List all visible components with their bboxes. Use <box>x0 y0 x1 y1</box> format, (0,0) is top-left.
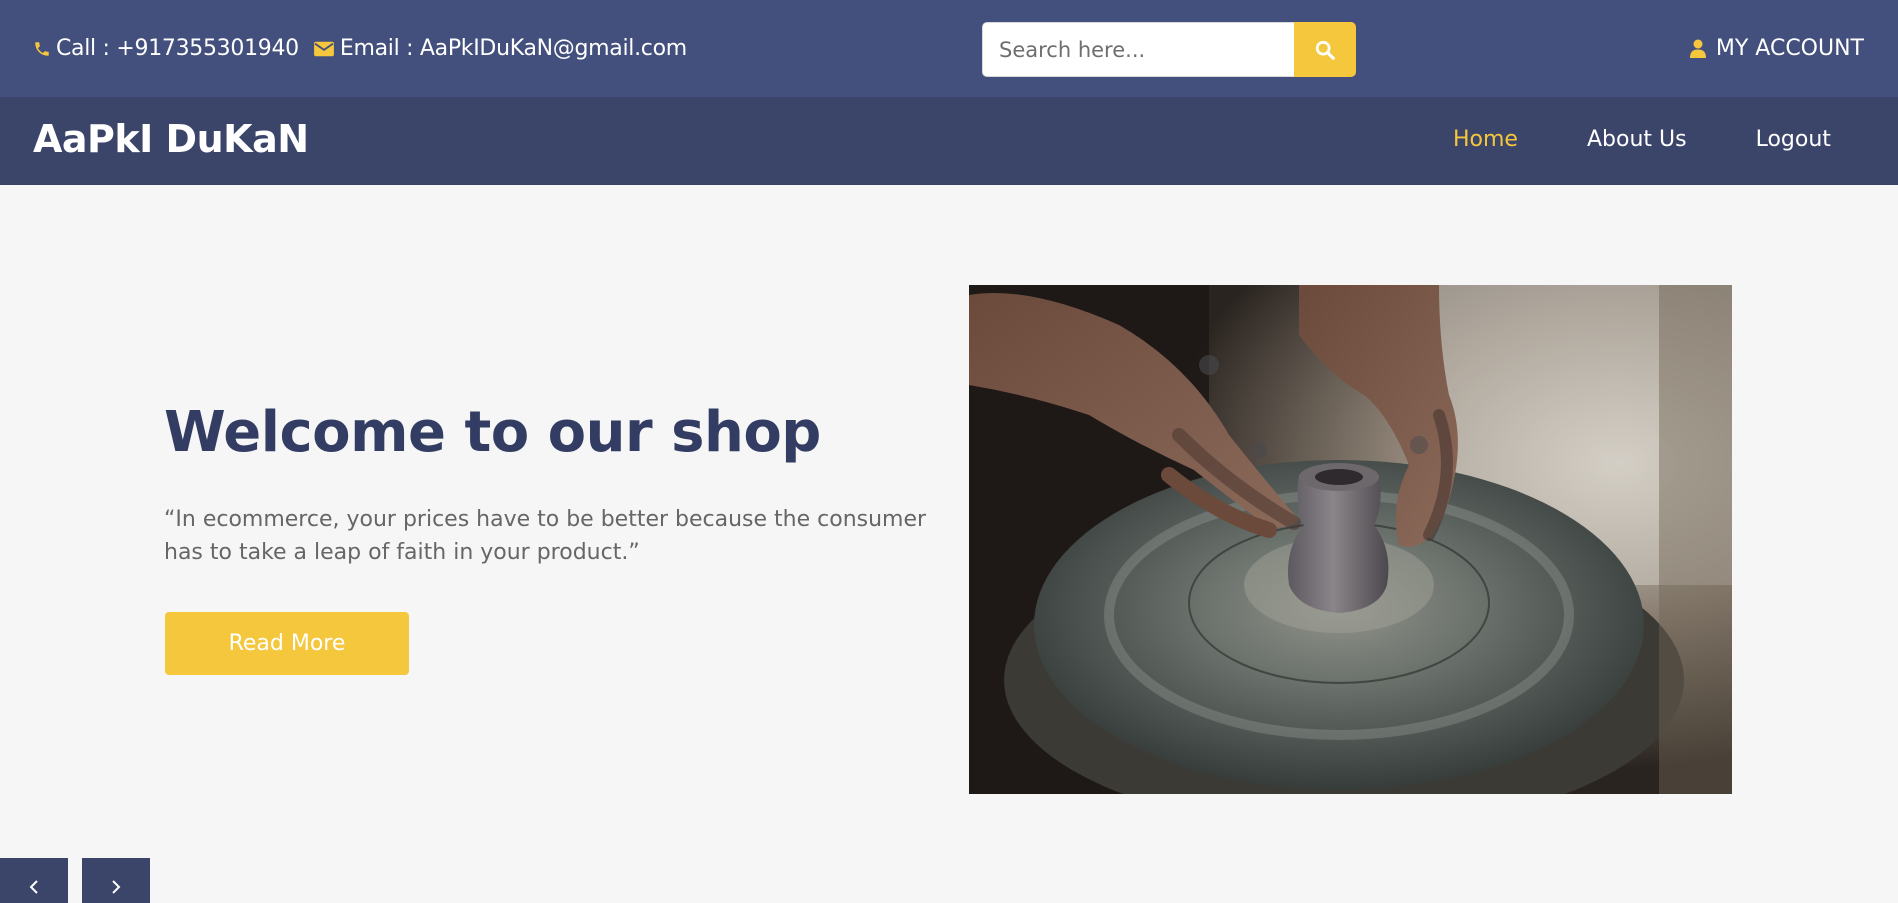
main-navbar: AaPkI DuKaN Home About Us Logout <box>0 97 1898 185</box>
search-bar <box>982 22 1356 77</box>
user-icon <box>1689 39 1706 58</box>
top-bar: Call : +917355301940 Email : AaPkIDuKaN@… <box>0 0 1898 97</box>
carousel-next-button[interactable] <box>82 858 150 903</box>
email-contact[interactable]: Email : AaPkIDuKaN@gmail.com <box>313 36 687 61</box>
hero-image-pottery <box>969 285 1732 794</box>
hero-title: Welcome to our shop <box>164 400 821 465</box>
chevron-left-icon <box>29 880 38 894</box>
nav-links: Home About Us Logout <box>1453 127 1831 152</box>
hero-quote: “In ecommerce, your prices have to be be… <box>164 507 927 565</box>
nav-link-about-us[interactable]: About Us <box>1587 127 1687 152</box>
search-input[interactable] <box>982 22 1294 77</box>
search-icon <box>1315 40 1335 60</box>
email-text: Email : AaPkIDuKaN@gmail.com <box>339 36 687 61</box>
read-more-button[interactable]: Read More <box>165 612 409 675</box>
search-button[interactable] <box>1294 22 1356 77</box>
envelope-icon <box>313 41 334 56</box>
phone-text: Call : +917355301940 <box>56 36 299 61</box>
nav-link-home[interactable]: Home <box>1453 127 1518 152</box>
chevron-right-icon <box>112 880 121 894</box>
phone-contact[interactable]: Call : +917355301940 <box>33 36 299 61</box>
my-account-label: MY ACCOUNT <box>1715 36 1864 61</box>
my-account-link[interactable]: MY ACCOUNT <box>1689 36 1864 61</box>
brand-logo[interactable]: AaPkI DuKaN <box>33 117 309 161</box>
carousel-prev-button[interactable] <box>0 858 68 903</box>
pottery-illustration <box>969 285 1732 794</box>
contact-info: Call : +917355301940 Email : AaPkIDuKaN@… <box>33 36 687 61</box>
nav-link-logout[interactable]: Logout <box>1756 127 1831 152</box>
phone-icon <box>35 41 49 56</box>
